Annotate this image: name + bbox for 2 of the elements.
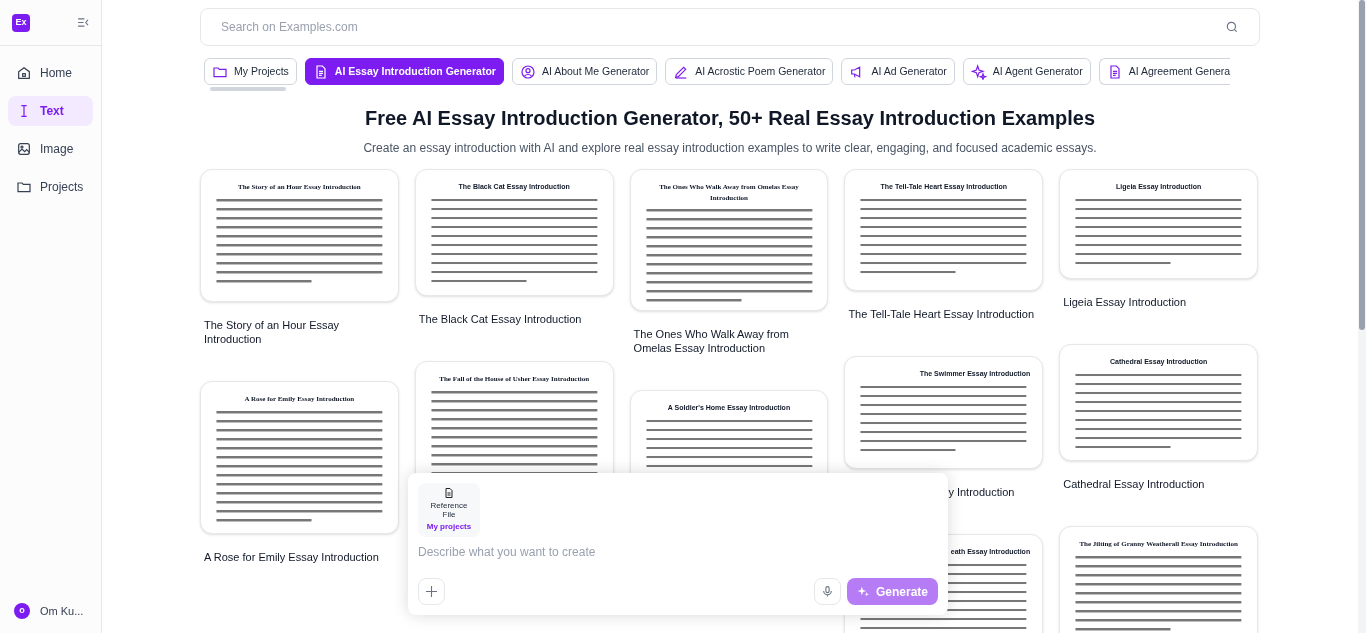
page-subtitle: Create an essay introduction with AI and explore real essay introduction examples to write clear, engaging, and focused academic essays. xyxy=(362,140,1098,157)
page-title: Free AI Essay Introduction Generator, 50+ Real Essay Introduction Examples xyxy=(363,106,1097,131)
